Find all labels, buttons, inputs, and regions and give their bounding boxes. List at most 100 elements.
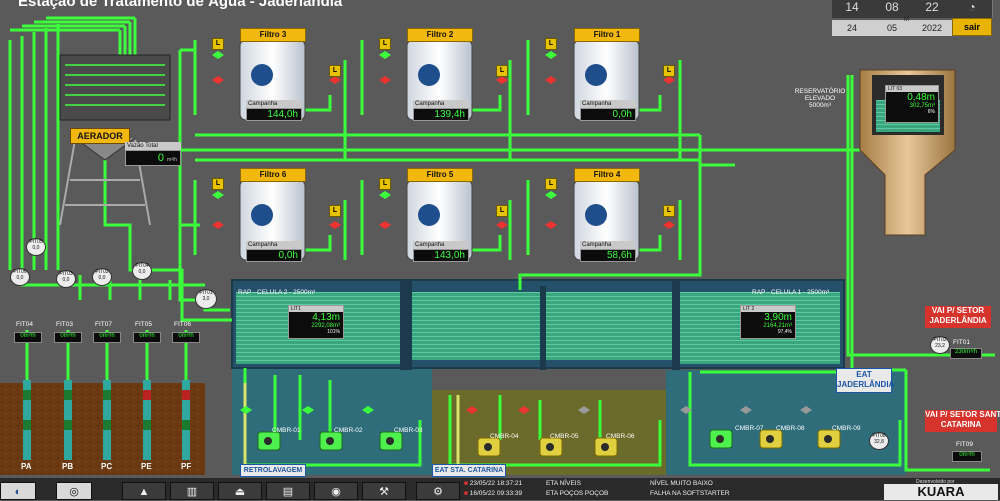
outlet-santa-catarina-label[interactable]: VAI P/ SETOR SANTA CATARINA (925, 410, 1000, 432)
eat-sta-catarina-label[interactable]: EAT STA. CATARINA (432, 464, 506, 477)
alarm-area: ETA POÇOS POÇOB (546, 490, 609, 497)
clock-hour: 14 (832, 0, 873, 18)
aerador-label[interactable]: AERADOR (70, 128, 130, 144)
filter-1-campaign-label: Campanha (580, 100, 636, 108)
fit-label: FIT07 (95, 321, 112, 328)
valve-l-badge[interactable]: L (329, 65, 341, 77)
alarm-row[interactable]: ■ 23/05/22 18:37:21 (464, 480, 522, 487)
filter-3-campaign-label: Campanha (246, 100, 302, 108)
valve-l-badge[interactable]: L (545, 178, 557, 190)
clock-day: 24 (832, 20, 872, 36)
spiral-logo-icon: ◎ (56, 482, 92, 500)
chart-button[interactable]: ▥ (170, 482, 214, 500)
valve-l-badge[interactable]: L (379, 178, 391, 190)
fit01-label: FIT01 (953, 339, 970, 346)
alarm-message: NÍVEL MUITO BAIXO (650, 480, 713, 487)
valve-l-badge[interactable]: L (545, 38, 557, 50)
home-button[interactable]: ▲ (122, 482, 166, 500)
clock-year: 2022 (912, 20, 952, 36)
valve-l-badge[interactable]: L (663, 65, 675, 77)
total-flow-value: 0 m³/h (125, 150, 181, 166)
fit-label: FIT03 (56, 321, 73, 328)
fit-label: FIT05 (135, 321, 152, 328)
filter-5-campaign-value: 143,0h (413, 249, 469, 262)
signal-button[interactable]: ◉ (314, 482, 358, 500)
app-title: Estação de Tratamento de Água - Jaderlân… (18, 0, 343, 10)
alarm-row[interactable]: ■ 16/05/22 09:33:39 (464, 490, 522, 497)
settings-button[interactable]: ⚙ (416, 482, 460, 500)
valve-l-badge[interactable]: L (212, 38, 224, 50)
filter-4-campaign-value: 58,6h (580, 249, 636, 262)
filter-3-campaign-value: 144,0h (246, 108, 302, 121)
retrolavagem-area (232, 365, 432, 475)
pump-label[interactable]: CMBR-04 (490, 433, 519, 440)
valve-l-badge[interactable]: L (212, 178, 224, 190)
well-label[interactable]: PC (101, 462, 112, 471)
filter-1-campaign-value: 0,0h (580, 108, 636, 121)
filter-6-campaign-label: Campanha (246, 241, 302, 249)
pressure-gauge[interactable]: PIT02 23,2 (930, 336, 950, 354)
pressure-gauge[interactable]: PIT02 0,0 (92, 268, 112, 286)
clock-minute: 08 (872, 0, 913, 18)
pressure-gauge[interactable]: PIT06 0,0 (10, 268, 30, 286)
filter-6-header[interactable]: Filtro 6 (240, 168, 306, 182)
fit-value: 0m³/h (133, 332, 161, 343)
exit-button[interactable]: sair (952, 18, 992, 36)
rap-cell1-level-display: LIT 2 3,90m 2164,21m³ 97,4% (740, 305, 796, 339)
filter-4-header[interactable]: Filtro 4 (574, 168, 640, 182)
filter-6-campaign-value: 0,0h (246, 249, 302, 262)
well-label[interactable]: PB (62, 462, 73, 471)
valve-l-badge[interactable]: L (496, 205, 508, 217)
clock-icon: ◔ (952, 0, 993, 18)
filter-2-header[interactable]: Filtro 2 (407, 28, 473, 42)
retrolavagem-label[interactable]: RETROLAVAGEM (240, 464, 306, 477)
rap-cell1-title: RAP - CELULA 1 - 2500m³ (752, 289, 830, 296)
filter-4-campaign-label: Campanha (580, 241, 636, 249)
fit-label: FIT04 (16, 321, 33, 328)
reservoir-label: RESERVATÓRIO ELEVADO 5000m³ (794, 88, 846, 109)
fit01-value: 230m³/h (950, 348, 982, 359)
well-label[interactable]: PE (141, 462, 152, 471)
valve-l-badge[interactable]: L (379, 38, 391, 50)
clock-m-label: M (904, 17, 909, 23)
valve-l-badge[interactable]: L (329, 205, 341, 217)
reservoir-level-display: LIT 03 0,48m 302,75m³ 6% (885, 85, 939, 123)
alarm-area: ETA NÍVEIS (546, 480, 581, 487)
pump-label[interactable]: CMBR-09 (832, 425, 861, 432)
pressure-gauge[interactable]: PIT01 3,0 (195, 289, 217, 309)
valve-l-badge[interactable]: L (663, 205, 675, 217)
filter-3-header[interactable]: Filtro 3 (240, 28, 306, 42)
pressure-gauge[interactable]: PIT05 0,0 (26, 238, 46, 256)
pump-label[interactable]: CMBR-05 (550, 433, 579, 440)
fit-label: FIT06 (174, 321, 191, 328)
well-label[interactable]: PA (21, 462, 32, 471)
pressure-gauge[interactable]: PIT03 0,0 (56, 270, 76, 288)
pressure-gauge[interactable]: PIT04 0,0 (132, 262, 152, 280)
eat-jaderlandia-label[interactable]: EAT JADERLÂNDIA (836, 368, 894, 393)
fit09-value: 0m³/h (952, 451, 982, 462)
well-label[interactable]: PF (181, 462, 191, 471)
pump-label[interactable]: CMBR-01 (272, 427, 301, 434)
rap-cell2-title: RAP - CELULA 2 - 2500m³ (238, 289, 316, 296)
pressure-gauge[interactable]: PIT08 32,8 (869, 432, 889, 450)
filter-5-header[interactable]: Filtro 5 (407, 168, 473, 182)
valve-l-badge[interactable]: L (496, 65, 508, 77)
company-logo-icon: ◐ (0, 482, 36, 500)
pump-label[interactable]: CMBR-06 (606, 433, 635, 440)
report-button[interactable]: ▤ (266, 482, 310, 500)
fit-value: 0m³/h (93, 332, 121, 343)
pump-label[interactable]: CMBR-02 (334, 427, 363, 434)
alarm-message: FALHA NA SOFTSTARTER (650, 490, 730, 497)
outlet-jaderlandia-label[interactable]: VAI P/ SETOR JADERLÂNDIA (925, 306, 991, 328)
pump-label[interactable]: CMBR-08 (776, 425, 805, 432)
tools-button[interactable]: ⚒ (362, 482, 406, 500)
process-button[interactable]: ⏏ (218, 482, 262, 500)
filter-2-campaign-value: 139,4h (413, 108, 469, 121)
total-flow-label: Vazão Total (125, 142, 181, 150)
pump-label[interactable]: CMBR-03 (394, 427, 423, 434)
fit-value: 0m³/h (172, 332, 200, 343)
fit09-label: FIT09 (956, 441, 973, 448)
clock-second: 22 (912, 0, 953, 18)
pump-label[interactable]: CMBR-07 (735, 425, 764, 432)
filter-1-header[interactable]: Filtro 1 (574, 28, 640, 42)
